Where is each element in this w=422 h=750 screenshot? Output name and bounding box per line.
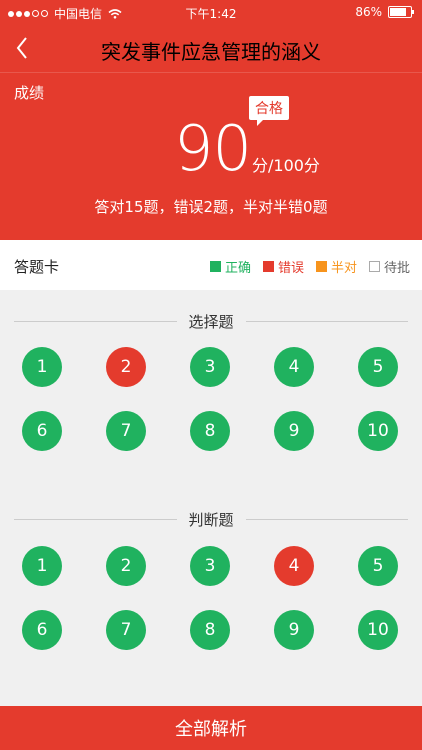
section-title-judgment: 判断题 [14, 509, 409, 529]
question-5-correct[interactable]: 5 [358, 546, 398, 586]
score-panel: 成绩 合格 90 分/100分 答对15题，错误2题，半对半错0题 [0, 72, 422, 240]
divider [14, 518, 177, 520]
legend-wrong: 错误 [262, 257, 304, 276]
question-1-correct[interactable]: 1 [22, 347, 62, 387]
section-label: 选择题 [188, 312, 234, 331]
divider [245, 518, 409, 520]
section-label: 判断题 [188, 510, 234, 529]
status-right: 86% [355, 5, 414, 19]
legend-half: 半对 [315, 257, 357, 276]
score-label: 成绩 [14, 84, 45, 102]
question-4-correct[interactable]: 4 [274, 347, 314, 387]
view-all-analysis-button[interactable]: 全部解析 [0, 706, 422, 750]
legend: 正确 错误 半对 待批 [209, 257, 410, 276]
score-value: 90 [174, 112, 252, 185]
question-8-correct[interactable]: 8 [190, 411, 230, 451]
question-8-correct[interactable]: 8 [190, 610, 230, 650]
pass-badge: 合格 [249, 96, 289, 126]
question-3-correct[interactable]: 3 [190, 546, 230, 586]
legend-wrong-swatch [262, 261, 274, 272]
battery-percent: 86% [355, 5, 382, 19]
answer-card-header: 答题卡 正确 错误 半对 待批 [0, 240, 422, 290]
question-7-correct[interactable]: 7 [106, 411, 146, 451]
legend-correct: 正确 [209, 257, 251, 276]
question-6-correct[interactable]: 6 [22, 610, 62, 650]
legend-correct-swatch [209, 261, 221, 272]
question-9-correct[interactable]: 9 [274, 411, 314, 451]
section-title-choice: 选择题 [14, 311, 409, 331]
question-7-correct[interactable]: 7 [106, 610, 146, 650]
question-2-wrong[interactable]: 2 [106, 347, 146, 387]
question-10-correct[interactable]: 10 [358, 610, 398, 650]
legend-pending-swatch [368, 261, 380, 272]
divider [14, 320, 177, 322]
score-unit: 分/100分 [252, 156, 320, 175]
question-3-correct[interactable]: 3 [190, 347, 230, 387]
question-1-correct[interactable]: 1 [22, 546, 62, 586]
question-5-correct[interactable]: 5 [358, 347, 398, 387]
legend-wrong-label: 错误 [277, 261, 304, 276]
question-6-correct[interactable]: 6 [22, 411, 62, 451]
question-9-correct[interactable]: 9 [274, 610, 314, 650]
legend-pending-label: 待批 [383, 261, 410, 276]
page-title: 突发事件应急管理的涵义 [101, 40, 321, 64]
battery-icon [388, 6, 414, 18]
view-all-analysis-label: 全部解析 [175, 719, 247, 740]
legend-correct-label: 正确 [224, 261, 251, 276]
result-summary: 答对15题，错误2题，半对半错0题 [94, 198, 328, 216]
question-10-correct[interactable]: 10 [358, 411, 398, 451]
status-bar: 中国电信 下午1:42 86% [0, 0, 422, 24]
navigation-bar: 突发事件应急管理的涵义 [0, 24, 422, 73]
answer-card-title: 答题卡 [14, 258, 60, 276]
divider [245, 320, 409, 322]
legend-pending: 待批 [368, 257, 410, 276]
legend-half-label: 半对 [330, 261, 357, 276]
question-4-wrong[interactable]: 4 [274, 546, 314, 586]
question-2-correct[interactable]: 2 [106, 546, 146, 586]
legend-half-swatch [315, 261, 327, 272]
